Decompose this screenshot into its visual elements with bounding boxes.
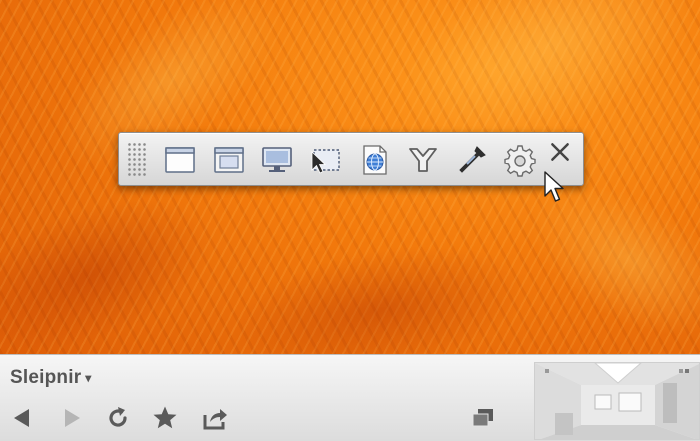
paint-shadow xyxy=(221,224,539,354)
back-arrow-icon xyxy=(14,409,29,427)
color-picker-button[interactable] xyxy=(453,142,491,178)
filter-button[interactable] xyxy=(404,142,442,178)
capture-screen-button[interactable] xyxy=(258,142,296,178)
capture-toolbar xyxy=(118,132,584,186)
eyedropper-icon xyxy=(459,146,486,173)
close-icon xyxy=(551,143,569,161)
close-toolbar-button[interactable] xyxy=(545,137,575,167)
forward-arrow-icon xyxy=(65,409,80,427)
funnel-icon xyxy=(409,148,437,172)
gear-icon xyxy=(504,145,536,177)
capture-region-button[interactable] xyxy=(307,142,345,178)
window-icon xyxy=(165,147,195,173)
app-menu[interactable]: Sleipnir ▾ xyxy=(10,367,92,389)
reload-button[interactable] xyxy=(103,403,133,433)
app-name-label: Sleipnir xyxy=(10,367,82,388)
share-icon xyxy=(203,409,227,430)
page-thumbnail[interactable] xyxy=(534,362,700,440)
share-button[interactable] xyxy=(200,403,230,433)
screen-icon xyxy=(262,147,292,172)
back-button[interactable] xyxy=(8,403,38,433)
drag-grip-handle[interactable] xyxy=(127,142,147,178)
chevron-down-icon: ▾ xyxy=(85,371,92,385)
capture-window-button[interactable] xyxy=(161,142,199,178)
settings-button[interactable] xyxy=(501,142,539,178)
capture-client-area-button[interactable] xyxy=(210,142,248,178)
forward-button[interactable] xyxy=(56,403,86,433)
star-icon xyxy=(153,406,177,429)
tabs-icon xyxy=(472,409,493,427)
reload-icon xyxy=(109,407,127,427)
bookmark-button[interactable] xyxy=(150,403,180,433)
web-page-icon xyxy=(363,145,387,175)
window-client-icon xyxy=(214,147,244,173)
room-preview-image xyxy=(535,363,699,439)
tabs-button[interactable] xyxy=(468,403,498,433)
capture-web-page-button[interactable] xyxy=(356,142,394,178)
region-select-icon xyxy=(311,149,340,174)
paint-shadow xyxy=(0,169,235,354)
mouse-pointer-icon xyxy=(544,171,564,202)
